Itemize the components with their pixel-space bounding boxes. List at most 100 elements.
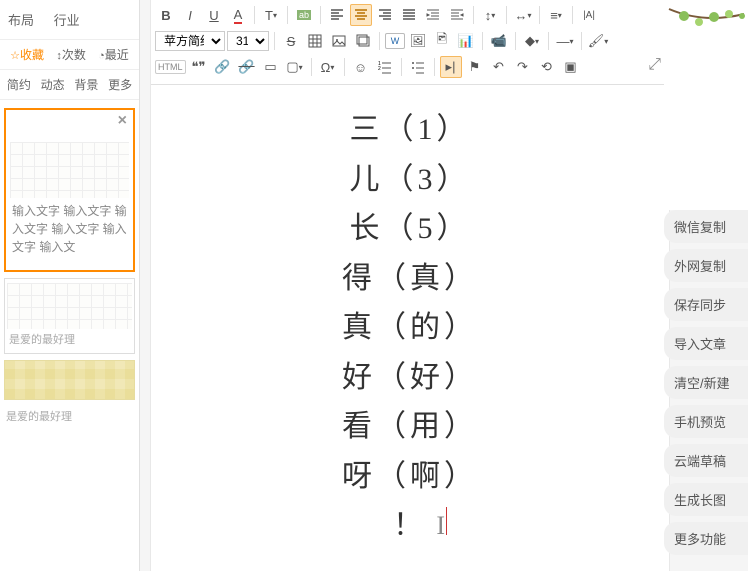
emoji-button[interactable]: ☺ bbox=[350, 56, 372, 78]
template-placeholder-text: 输入文字 输入文字 输入文字 输入文字 输入文字 输入文 bbox=[10, 198, 129, 260]
toolbar-row-2: 苹方简细 31px S W 🖼 🖻 📊 📹 ◆▾ —▾ 🖌▾ bbox=[155, 28, 665, 54]
filter-recent[interactable]: ◔最近 bbox=[98, 46, 129, 63]
tab-layout[interactable]: 布局 bbox=[0, 6, 42, 33]
vertical-text-button[interactable]: |A| bbox=[578, 4, 600, 26]
decoration-top bbox=[664, 0, 748, 210]
font-select[interactable]: 苹方简细 bbox=[155, 31, 225, 51]
filter-count[interactable]: ↕次数 bbox=[56, 46, 86, 63]
doc-line-4: 得（真） bbox=[161, 254, 659, 304]
bold-button[interactable]: B bbox=[155, 4, 177, 26]
unlink-button[interactable]: 🔗 bbox=[236, 56, 258, 78]
indent-left-button[interactable] bbox=[422, 4, 444, 26]
line-height-button[interactable]: ↕▾ bbox=[479, 4, 501, 26]
align-left-button[interactable] bbox=[326, 4, 348, 26]
document-content[interactable]: 三（1） 儿（3） 长（5） 得（真） 真（的） 好（好） 看（用） 呀（啊） … bbox=[151, 85, 669, 571]
style-simple[interactable]: 简约 bbox=[7, 76, 31, 93]
font-size-select[interactable]: 31px bbox=[227, 31, 269, 51]
word-button[interactable]: W bbox=[385, 33, 405, 49]
line-button[interactable]: —▾ bbox=[554, 30, 576, 52]
underline-button[interactable]: U bbox=[203, 4, 225, 26]
template-label-3: 是爱的最好理 bbox=[0, 406, 139, 426]
right-panel: 微信复制 外网复制 保存同步 导入文章 清空/新建 手机预览 云端草稿 生成长图… bbox=[664, 0, 748, 571]
branch-icon bbox=[664, 4, 748, 62]
doc-line-5: 真（的） bbox=[161, 303, 659, 353]
template-card-2[interactable]: 是爱的最好理 bbox=[4, 278, 135, 354]
filter-favorite[interactable]: ☆收藏 bbox=[10, 46, 44, 63]
menu-generate-longimg[interactable]: 生成长图 bbox=[664, 483, 748, 516]
star-icon: ☆ bbox=[10, 50, 20, 62]
video-button[interactable]: 📹 bbox=[488, 30, 510, 52]
history-button[interactable]: ⟲ bbox=[536, 56, 558, 78]
left-row-filters: ☆收藏 ↕次数 ◔最近 bbox=[0, 40, 139, 70]
symbol-button[interactable]: Ω▾ bbox=[317, 56, 339, 78]
template-thumb bbox=[10, 142, 129, 198]
doc-line-7: 看（用） bbox=[161, 402, 659, 452]
toolbar-row-3: HTML ❝❞ 🔗 🔗 ▭ ▢▾ Ω▾ ☺ 12 ▸| ⚑ ↶ ↷ ⟲ ▣ bbox=[155, 54, 665, 80]
doc-line-9: ！ I bbox=[393, 501, 427, 551]
doc-line-2: 儿（3） bbox=[161, 155, 659, 205]
text-color-button[interactable]: A bbox=[227, 4, 249, 26]
italic-button[interactable]: I bbox=[179, 4, 201, 26]
menu-clear-new[interactable]: 清空/新建 bbox=[664, 366, 748, 399]
left-row-styles: 简约 动态 背景 更多 bbox=[0, 70, 139, 100]
template-thumb-2 bbox=[7, 283, 132, 329]
undo-button[interactable]: ↶ bbox=[488, 56, 510, 78]
flag-button[interactable]: ⚑ bbox=[464, 56, 486, 78]
menu-mobile-preview[interactable]: 手机预览 bbox=[664, 405, 748, 438]
left-panel: 布局 行业 ☆收藏 ↕次数 ◔最近 简约 动态 背景 更多 × 输入文字 输入文… bbox=[0, 0, 140, 571]
image2-button[interactable]: 🖼 bbox=[407, 30, 429, 52]
menu-wechat-copy[interactable]: 微信复制 bbox=[664, 210, 748, 243]
right-menu: 微信复制 外网复制 保存同步 导入文章 清空/新建 手机预览 云端草稿 生成长图… bbox=[664, 210, 748, 561]
align-justify-button[interactable] bbox=[398, 4, 420, 26]
menu-external-copy[interactable]: 外网复制 bbox=[664, 249, 748, 282]
unordered-list-button[interactable] bbox=[407, 56, 429, 78]
template-card-3[interactable] bbox=[4, 360, 135, 400]
table-button[interactable] bbox=[304, 30, 326, 52]
template-label-2: 是爱的最好理 bbox=[7, 329, 132, 349]
doc-line-6: 好（好） bbox=[161, 353, 659, 403]
shape-button[interactable]: ◆▾ bbox=[521, 30, 543, 52]
close-icon[interactable]: × bbox=[118, 112, 127, 130]
menu-save-sync[interactable]: 保存同步 bbox=[664, 288, 748, 321]
left-top-tabs: 布局 行业 bbox=[0, 0, 139, 40]
doc-line-1: 三（1） bbox=[161, 105, 659, 155]
style-more[interactable]: 更多 bbox=[108, 76, 132, 93]
style-dynamic[interactable]: 动态 bbox=[41, 76, 65, 93]
tab-industry[interactable]: 行业 bbox=[46, 6, 88, 33]
i-beam-icon: I bbox=[436, 505, 449, 548]
insert-mode-button[interactable]: ▸| bbox=[440, 56, 462, 78]
ordered-list-button[interactable]: 12 bbox=[374, 56, 396, 78]
clock-icon: ◔ bbox=[98, 50, 105, 62]
template-card-selected[interactable]: × 输入文字 输入文字 输入文字 输入文字 输入文字 输入文 bbox=[4, 108, 135, 272]
menu-more-functions[interactable]: 更多功能 bbox=[664, 522, 748, 555]
align-center-button[interactable] bbox=[350, 4, 372, 26]
image-button[interactable] bbox=[328, 30, 350, 52]
layer-button[interactable]: ▢▾ bbox=[284, 56, 306, 78]
font-button[interactable]: T▾ bbox=[260, 4, 282, 26]
menu-cloud-draft[interactable]: 云端草稿 bbox=[664, 444, 748, 477]
brush-button[interactable]: 🖌▾ bbox=[587, 30, 609, 52]
svg-text:2: 2 bbox=[378, 66, 381, 72]
toolbar: B I U A T▾ ab ↕▾ ↔▾ ≡▾ |A| bbox=[151, 0, 669, 85]
layout-button[interactable]: ▭ bbox=[260, 56, 282, 78]
picture-button[interactable]: 🖻 bbox=[431, 30, 453, 52]
fullscreen-icon[interactable]: ⤢ bbox=[648, 56, 661, 74]
link-button[interactable]: 🔗 bbox=[212, 56, 234, 78]
align-right-button[interactable] bbox=[374, 4, 396, 26]
quote-button[interactable]: ❝❞ bbox=[188, 56, 210, 78]
redo-button[interactable]: ↷ bbox=[512, 56, 534, 78]
doc-line-3: 长（5） bbox=[161, 204, 659, 254]
letter-spacing-button[interactable]: ↔▾ bbox=[512, 4, 534, 26]
gallery-button[interactable] bbox=[352, 30, 374, 52]
style-bg[interactable]: 背景 bbox=[74, 76, 98, 93]
box-button[interactable]: ▣ bbox=[560, 56, 582, 78]
chart-button[interactable]: 📊 bbox=[455, 30, 477, 52]
margin-button[interactable]: ≡▾ bbox=[545, 4, 567, 26]
html-source-button[interactable]: HTML bbox=[155, 60, 186, 74]
menu-import-article[interactable]: 导入文章 bbox=[664, 327, 748, 360]
strikethrough-button[interactable]: S bbox=[280, 30, 302, 52]
toolbar-row-1: B I U A T▾ ab ↕▾ ↔▾ ≡▾ |A| bbox=[155, 2, 665, 28]
indent-right-button[interactable] bbox=[446, 4, 468, 26]
highlight-button[interactable]: ab bbox=[293, 4, 315, 26]
editor-area: B I U A T▾ ab ↕▾ ↔▾ ≡▾ |A| bbox=[150, 0, 670, 571]
